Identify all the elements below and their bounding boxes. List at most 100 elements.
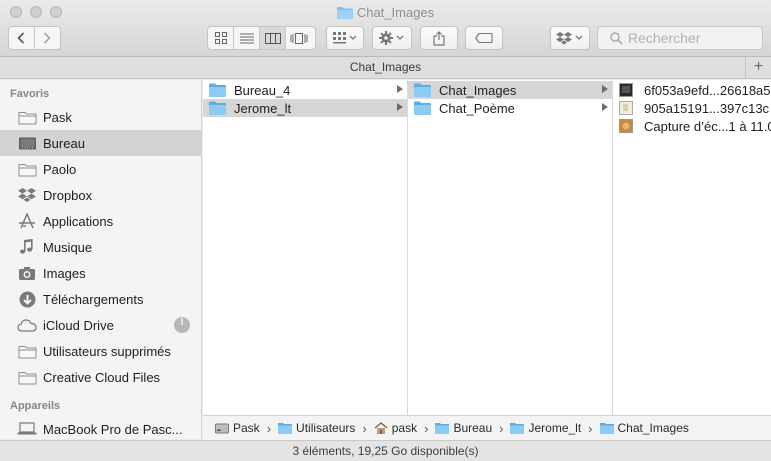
file-label: 905a15191...397c13c (644, 100, 770, 116)
path-crumb-pask[interactable]: Pask (215, 421, 260, 435)
window-title-text: Chat_Images (356, 5, 435, 20)
folder-label: Bureau_4 (234, 82, 291, 98)
sidebar-item-icloud-drive[interactable]: iCloud Drive (0, 312, 201, 338)
chevron-right-icon (44, 32, 51, 44)
list-view-button[interactable] (234, 27, 260, 49)
folder-icon (17, 342, 37, 360)
disclosure-arrow-icon (602, 103, 608, 111)
sidebar-item-telechargements[interactable]: Téléchargements (0, 286, 201, 312)
sidebar-item-label: Bureau (43, 135, 85, 151)
path-crumb-label: Bureau (453, 421, 493, 435)
sidebar-item-macbook[interactable]: MacBook Pro de Pasc... (0, 416, 201, 439)
file-label: Capture d’éc...1 à 11.0 (644, 118, 771, 134)
folder-icon (209, 101, 226, 115)
back-button[interactable] (9, 27, 35, 49)
forward-button[interactable] (35, 27, 60, 49)
grid-icon (214, 32, 227, 44)
folder-icon (435, 422, 450, 434)
sidebar-item-bureau[interactable]: Bureau (0, 130, 201, 156)
tab-bar: Chat_Images + (0, 57, 771, 79)
sidebar-item-paolo[interactable]: Paolo (0, 156, 201, 182)
search-placeholder: Rechercher (628, 30, 701, 46)
share-button[interactable] (420, 26, 458, 50)
folder-icon (510, 422, 525, 434)
sidebar-section-favorites: Favoris (10, 88, 50, 100)
disclosure-arrow-icon (397, 103, 403, 111)
column-view-button[interactable] (260, 27, 286, 49)
camera-icon (17, 264, 37, 282)
folder-icon (599, 422, 614, 434)
file-row[interactable]: 6f053a9efd...26618a5 (613, 81, 771, 99)
search-field[interactable]: Rechercher (597, 26, 763, 50)
status-text: 3 éléments, 19,25 Go disponible(s) (292, 444, 479, 458)
folder-label: Chat_Images (439, 82, 517, 98)
sidebar-item-dropbox[interactable]: Dropbox (0, 182, 201, 208)
sidebar: Favoris Pask Bureau Paolo Dropbox Applic… (0, 80, 202, 439)
home-icon (374, 422, 388, 434)
path-crumb-chat-images[interactable]: Chat_Images (599, 421, 689, 435)
status-bar: 3 éléments, 19,25 Go disponible(s) (0, 440, 771, 461)
path-bar: Pask › Utilisateurs › pask › Bureau › Je… (203, 415, 771, 440)
folder-icon (17, 368, 37, 386)
file-row[interactable]: Capture d’éc...1 à 11.0 (613, 117, 771, 135)
sidebar-item-applications[interactable]: Applications (0, 208, 201, 234)
cover-flow-icon (290, 32, 308, 44)
sidebar-item-label: Musique (43, 239, 93, 255)
list-icon (239, 33, 254, 43)
icon-view-button[interactable] (208, 27, 234, 49)
path-crumb-bureau[interactable]: Bureau (435, 421, 492, 435)
browser-column-1: Bureau_4 Jerome_lt (203, 80, 408, 415)
tag-button[interactable] (465, 26, 503, 50)
sidebar-item-label: Applications (43, 213, 114, 229)
sidebar-item-pask[interactable]: Pask (0, 104, 201, 130)
dropbox-menu-button[interactable] (550, 26, 590, 50)
disk-icon (215, 422, 229, 434)
laptop-icon (17, 420, 37, 438)
path-separator-icon: › (362, 420, 367, 436)
sidebar-item-label: iCloud Drive (43, 317, 114, 333)
folder-icon (17, 108, 37, 126)
arrange-button[interactable] (326, 26, 364, 50)
path-crumb-label: Chat_Images (617, 421, 689, 435)
desktop-icon (17, 134, 37, 152)
sidebar-item-musique[interactable]: Musique (0, 234, 201, 260)
sidebar-section-devices: Appareils (10, 400, 61, 412)
folder-icon (209, 83, 226, 97)
sidebar-item-label: Dropbox (43, 187, 93, 203)
folder-row-chat-images[interactable]: Chat_Images (408, 81, 612, 99)
sidebar-item-utilisateurs-supprimes[interactable]: Utilisateurs supprimés (0, 338, 201, 364)
sidebar-item-creative-cloud-files[interactable]: Creative Cloud Files (0, 364, 201, 390)
folder-row-bureau-4[interactable]: Bureau_4 (203, 81, 407, 99)
path-crumb-label: Pask (233, 421, 260, 435)
path-separator-icon: › (588, 420, 593, 436)
sidebar-item-label: Paolo (43, 161, 77, 177)
sidebar-item-images[interactable]: Images (0, 260, 201, 286)
path-crumb-jerome-lt[interactable]: Jerome_lt (510, 421, 581, 435)
dropbox-icon (17, 186, 37, 204)
path-crumb-home[interactable]: pask (374, 421, 417, 435)
sidebar-item-label: Creative Cloud Files (43, 369, 161, 385)
music-icon (17, 238, 37, 256)
tab-chat-images[interactable]: Chat_Images (350, 60, 421, 74)
file-row[interactable]: 905a15191...397c13c (613, 99, 771, 117)
sidebar-item-label: Pask (43, 109, 72, 125)
image-thumbnail-icon (619, 83, 636, 97)
action-button[interactable] (372, 26, 412, 50)
path-separator-icon: › (499, 420, 504, 436)
sidebar-item-label: MacBook Pro de Pasc... (43, 421, 183, 437)
folder-label: Jerome_lt (234, 100, 292, 116)
disclosure-arrow-icon (397, 85, 403, 93)
folder-row-jerome-lt[interactable]: Jerome_lt (203, 99, 407, 117)
sidebar-item-label: Images (43, 265, 86, 281)
dropbox-icon (556, 32, 583, 45)
sidebar-item-label: Utilisateurs supprimés (43, 343, 171, 359)
path-crumb-label: Jerome_lt (528, 421, 582, 435)
cover-flow-button[interactable] (286, 27, 312, 49)
disclosure-arrow-icon (602, 85, 608, 93)
chevron-left-icon (17, 32, 25, 44)
folder-row-chat-poeme[interactable]: Chat_Poème (408, 99, 612, 117)
search-icon (610, 32, 623, 45)
arrange-grid-icon (333, 32, 357, 44)
path-crumb-utilisateurs[interactable]: Utilisateurs (278, 421, 355, 435)
new-tab-button[interactable]: + (745, 57, 771, 78)
